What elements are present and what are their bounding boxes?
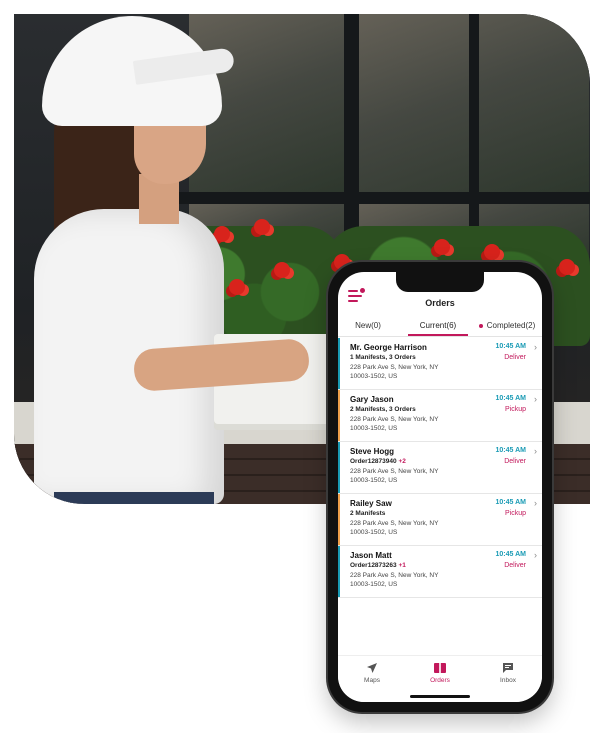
flower	[559, 259, 575, 275]
chevron-right-icon[interactable]: ›	[534, 446, 537, 456]
inbox-icon	[503, 663, 513, 673]
home-indicator	[410, 695, 470, 698]
tab-current[interactable]: Current(6)	[408, 316, 468, 336]
window-frame	[174, 192, 590, 204]
order-time: 10:45 AM	[495, 447, 526, 454]
order-card[interactable]: Jason Matt Order12873263 +1 228 Park Ave…	[338, 546, 542, 598]
order-address: 228 Park Ave S, New York, NY 10003-1502, …	[350, 364, 439, 380]
bottom-navigation: Maps Orders Inbox	[338, 655, 542, 702]
status-accent-bar	[338, 338, 340, 389]
nav-orders[interactable]: Orders	[410, 662, 470, 684]
orders-list: Mr. George Harrison 1 Manifests, 3 Order…	[338, 338, 542, 598]
order-address: 228 Park Ave S, New York, NY 10003-1502, …	[350, 520, 439, 536]
order-tabs: New(0) Current(6) Completed(2)	[338, 316, 542, 337]
tab-label: Completed(2)	[486, 321, 536, 330]
tab-new[interactable]: New(0)	[338, 316, 398, 336]
nav-label: Inbox	[500, 677, 516, 684]
order-action: Pickup	[504, 510, 526, 517]
woman-jeans	[54, 492, 214, 504]
chevron-right-icon[interactable]: ›	[534, 550, 537, 560]
order-action: Deliver	[504, 458, 526, 465]
order-time: 10:45 AM	[495, 395, 526, 402]
status-accent-bar	[338, 546, 340, 597]
order-card[interactable]: Railey Saw 2 Manifests 228 Park Ave S, N…	[338, 494, 542, 546]
notification-dot	[360, 288, 365, 293]
order-time: 10:45 AM	[495, 343, 526, 350]
completed-dot-icon	[478, 323, 483, 328]
order-action: Deliver	[504, 562, 526, 569]
tab-label: New(0)	[355, 321, 381, 330]
flower	[254, 219, 270, 235]
phone-mockup: Orders New(0) Current(6) Completed(2) Mr…	[328, 262, 552, 712]
extra-orders-count: +1	[398, 562, 406, 569]
status-accent-bar	[338, 442, 340, 493]
nav-label: Maps	[364, 677, 380, 684]
flower	[434, 239, 450, 255]
chevron-right-icon[interactable]: ›	[534, 498, 537, 508]
orders-icon	[434, 663, 446, 673]
order-time: 10:45 AM	[495, 551, 526, 558]
status-accent-bar	[338, 494, 340, 545]
extra-orders-count: +2	[398, 458, 406, 465]
order-address: 228 Park Ave S, New York, NY 10003-1502, …	[350, 468, 439, 484]
chevron-right-icon[interactable]: ›	[534, 342, 537, 352]
nav-inbox[interactable]: Inbox	[478, 662, 538, 684]
nav-label: Orders	[430, 677, 450, 684]
nav-maps[interactable]: Maps	[342, 662, 402, 684]
phone-notch	[396, 272, 484, 292]
flower	[229, 279, 245, 295]
order-action: Deliver	[504, 354, 526, 361]
navigation-arrow-icon	[367, 663, 377, 673]
order-card[interactable]: Mr. George Harrison 1 Manifests, 3 Order…	[338, 338, 542, 390]
tab-label: Current(6)	[419, 321, 457, 330]
flower	[484, 244, 500, 260]
order-action: Pickup	[504, 406, 526, 413]
page-title: Orders	[425, 298, 455, 308]
flower	[274, 262, 290, 278]
status-accent-bar	[338, 390, 340, 441]
order-address: 228 Park Ave S, New York, NY 10003-1502, …	[350, 416, 439, 432]
order-time: 10:45 AM	[495, 499, 526, 506]
app-screen: Orders New(0) Current(6) Completed(2) Mr…	[338, 272, 542, 702]
order-card[interactable]: Gary Jason 2 Manifests, 3 Orders 228 Par…	[338, 390, 542, 442]
tab-completed[interactable]: Completed(2)	[472, 316, 542, 336]
order-address: 228 Park Ave S, New York, NY 10003-1502, …	[350, 572, 439, 588]
order-card[interactable]: Steve Hogg Order12873940 +2 228 Park Ave…	[338, 442, 542, 494]
chevron-right-icon[interactable]: ›	[534, 394, 537, 404]
